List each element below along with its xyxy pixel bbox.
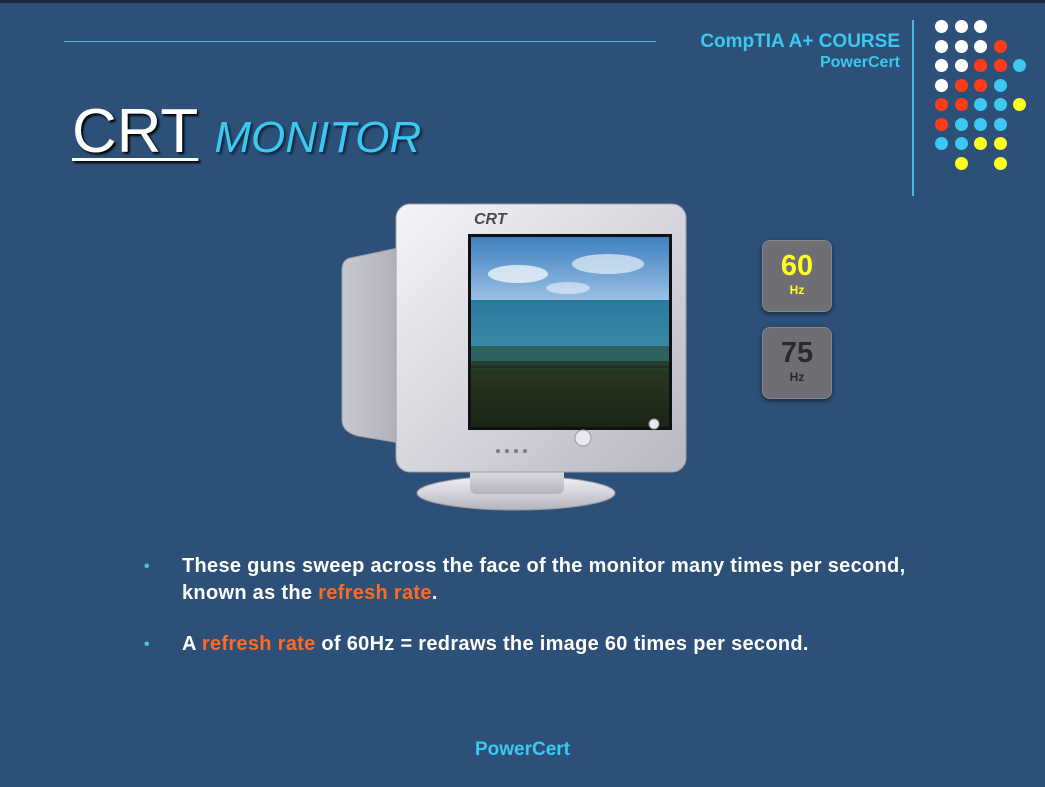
highlight-term: refresh rate <box>201 633 316 655</box>
decorative-dot <box>993 98 1007 111</box>
decorative-dot <box>974 137 987 150</box>
footer-brand: PowerCert <box>474 739 571 760</box>
decorative-dot <box>993 78 1007 92</box>
bullet-text-end: of 60Hz = redraws the image 60 times per… <box>315 633 809 655</box>
decorative-dot <box>993 59 1007 72</box>
decorative-dot <box>954 137 968 150</box>
decorative-dot <box>993 117 1007 131</box>
crt-monitor-illustration: CRT <box>338 196 698 521</box>
refresh-60hz-button[interactable]: 60 Hz <box>762 240 832 312</box>
decorative-dot <box>974 59 987 72</box>
vertical-divider <box>912 20 914 196</box>
refresh-75-value: 75 <box>780 337 814 369</box>
decorative-dot <box>935 98 948 111</box>
bullet-list: • These guns sweep across the face of th… <box>140 553 940 658</box>
decorative-dot <box>974 117 987 131</box>
decorative-dot <box>954 98 968 111</box>
decorative-dot <box>954 20 968 33</box>
slide-title: CRT MONITOR <box>72 96 421 167</box>
decorative-dot <box>974 98 987 111</box>
decorative-dot <box>935 137 948 150</box>
decorative-dot <box>1013 98 1026 111</box>
decorative-dot <box>974 20 987 33</box>
highlight-term: refresh rate <box>318 582 432 604</box>
decorative-dot <box>993 156 1007 170</box>
decorative-dot <box>935 117 948 131</box>
monitor-brand-label: CRT <box>474 211 508 228</box>
decorative-dot <box>935 78 948 92</box>
power-led <box>648 418 660 430</box>
decorative-dot <box>935 59 948 72</box>
decorative-dot <box>974 39 987 53</box>
power-button <box>574 429 592 447</box>
decorative-dot <box>954 78 968 92</box>
bullet-marker: • <box>144 636 150 653</box>
decorative-dot <box>954 39 968 53</box>
course-header: CompTIA A+ COURSE PowerCert <box>700 31 900 73</box>
bullet-item: • A refresh rate of 60Hz = redraws the i… <box>140 631 940 658</box>
decorative-dot <box>1013 59 1026 72</box>
refresh-75-unit: Hz <box>789 370 805 384</box>
bullet-item: • These guns sweep across the face of th… <box>140 553 940 607</box>
decorative-dot <box>974 78 987 92</box>
decorative-dot <box>954 117 968 131</box>
decorative-dot <box>954 59 968 72</box>
header-divider <box>64 41 656 42</box>
decorative-dot <box>935 20 948 33</box>
decorative-dot <box>935 39 948 53</box>
refresh-60-value: 60 <box>780 250 814 282</box>
course-brand: PowerCert <box>819 54 900 71</box>
bullet-marker: • <box>144 558 150 575</box>
refresh-75hz-button[interactable]: 75 Hz <box>762 327 832 399</box>
refresh-60-unit: Hz <box>789 283 805 297</box>
bullet-text: A <box>182 633 202 655</box>
decorative-dot <box>993 39 1007 53</box>
title-main: CRT <box>72 97 199 166</box>
course-title: CompTIA A+ COURSE <box>700 31 900 52</box>
bullet-text: These guns sweep across the face of the … <box>182 555 906 604</box>
decorative-dot <box>954 156 968 170</box>
decorative-dot-grid <box>935 20 1035 180</box>
top-border <box>0 0 1045 3</box>
title-sub: MONITOR <box>214 113 422 162</box>
bullet-text-end: . <box>431 582 438 604</box>
decorative-dot <box>993 137 1007 150</box>
